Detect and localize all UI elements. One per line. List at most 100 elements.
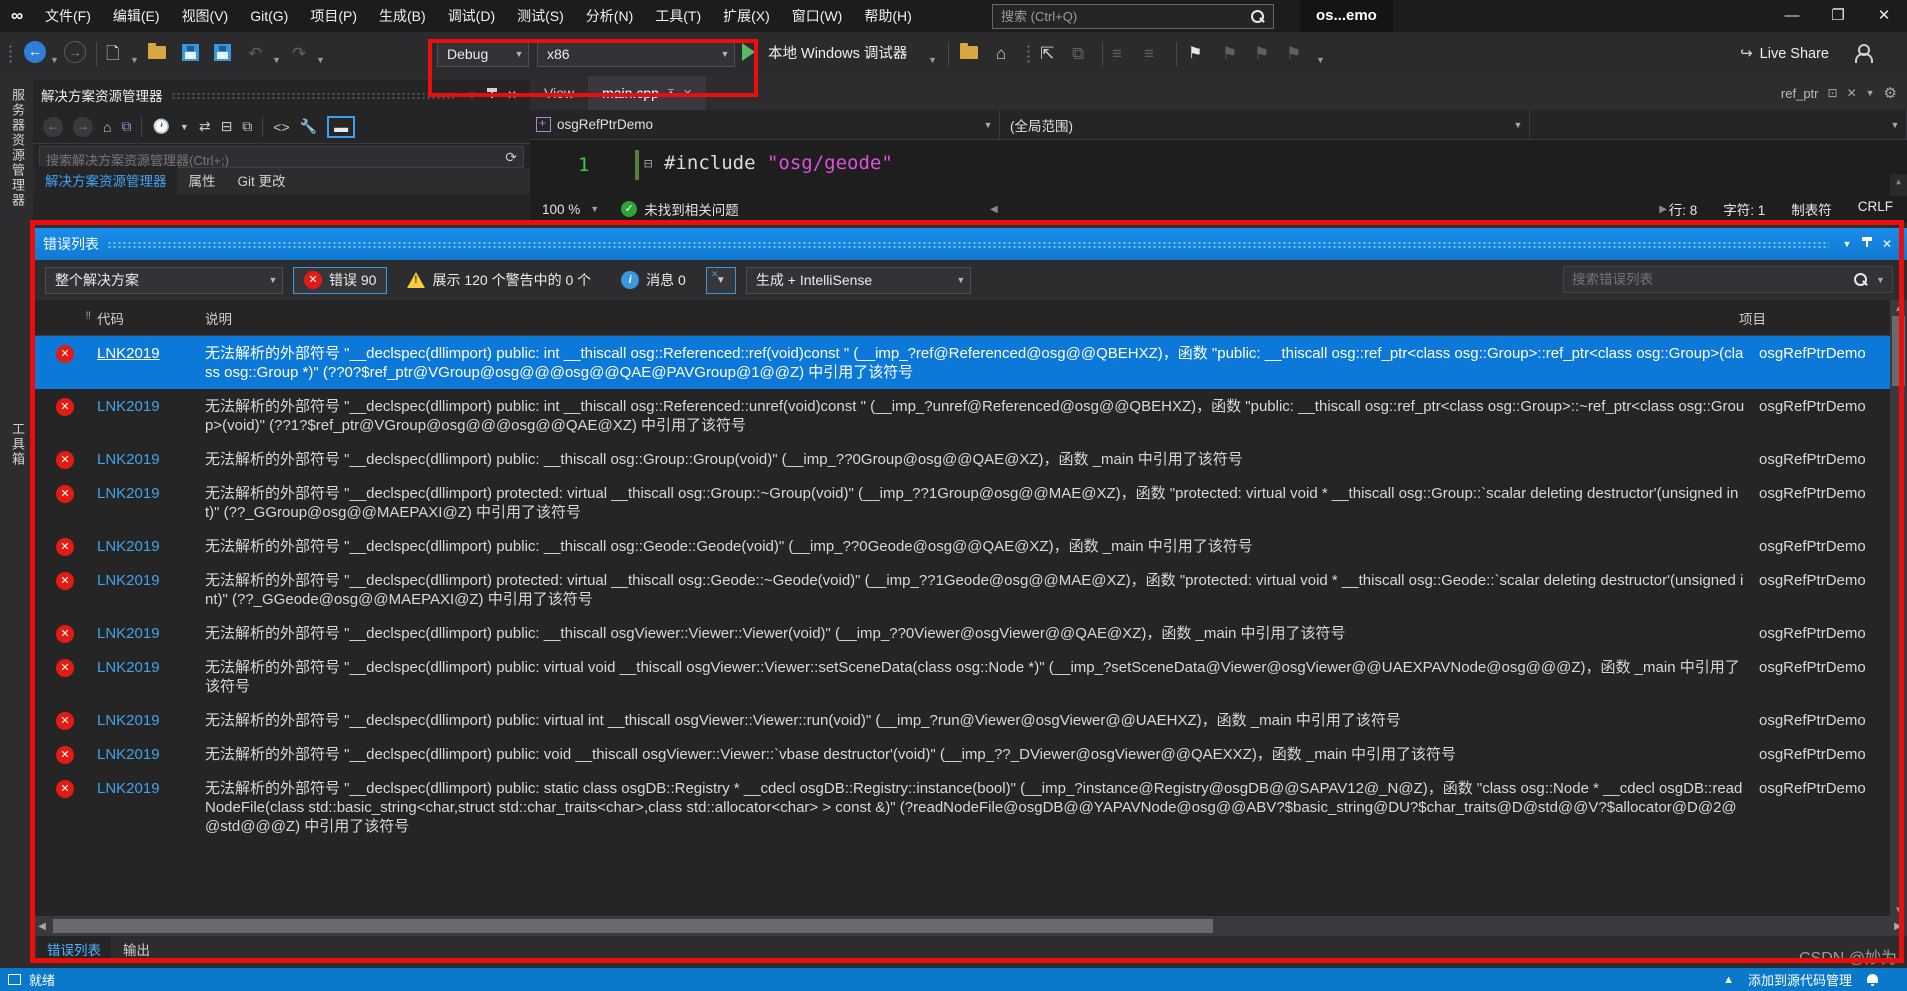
menu-item[interactable]: 窗口(W) [781, 0, 854, 32]
menu-item[interactable]: 视图(V) [171, 0, 240, 32]
menu-item[interactable]: 编辑(E) [102, 0, 171, 32]
find-text[interactable]: ref_ptr [1781, 86, 1819, 101]
tab-error-list[interactable]: 错误列表 [37, 936, 111, 962]
error-row[interactable]: ✕ LNK2019 无法解析的外部符号 "__declspec(dllimport)… [33, 563, 1907, 616]
select-element-icon[interactable]: ⇱ [1040, 42, 1054, 66]
background-tasks-icon[interactable] [8, 974, 21, 985]
filter-icon[interactable] [705, 266, 736, 294]
error-list-search-box[interactable]: ▼ [1563, 266, 1893, 293]
live-share-button[interactable]: ↪ Live Share [1740, 42, 1829, 66]
clear-bookmarks-icon[interactable]: ⚑ [1286, 42, 1301, 66]
error-row[interactable]: ✕ LNK2019 无法解析的外部符号 "__declspec(dllimport)… [33, 771, 1907, 843]
next-bookmark-icon[interactable]: ⚑ [1254, 42, 1269, 66]
find-options-icon[interactable]: ⊡ [1828, 86, 1838, 100]
member-dropdown[interactable]: ▼ [1530, 110, 1907, 139]
menu-item[interactable]: 项目(P) [299, 0, 368, 32]
start-debugging-icon[interactable] [742, 43, 755, 61]
error-code-link[interactable]: LNK2019 [97, 624, 205, 643]
previous-bookmark-icon[interactable]: ⚑ [1222, 42, 1237, 66]
tab-properties[interactable]: 属性 [179, 166, 226, 194]
error-code-link[interactable]: LNK2019 [97, 745, 205, 764]
error-code-link[interactable]: LNK2019 [97, 571, 205, 590]
tab-solution-explorer[interactable]: 解决方案资源管理器 [35, 166, 177, 194]
bookmark-dropdown-icon[interactable]: ▼ [1316, 48, 1325, 72]
scroll-up-icon[interactable]: ▲ [1890, 174, 1907, 186]
configuration-dropdown[interactable]: Debug ▼ [437, 40, 529, 67]
error-row[interactable]: ✕ LNK2019 无法解析的外部符号 "__declspec(dllimport)… [33, 529, 1907, 563]
error-code-link[interactable]: LNK2019 [97, 537, 205, 556]
solution-explorer-search-box[interactable]: ⟳ [39, 146, 524, 168]
code-editor[interactable]: 1 ⊟ #include "osg/geode" ▲ [530, 140, 1907, 286]
solution-home-icon[interactable]: ⌂ [996, 42, 1006, 66]
find-in-files-icon[interactable] [960, 43, 978, 59]
tab-output[interactable]: 输出 [113, 936, 160, 962]
error-list-search-input[interactable] [1564, 272, 1852, 287]
error-list-title-bar[interactable]: 错误列表 ▼ ✕ [33, 228, 1907, 260]
undo-dropdown-icon[interactable]: ▼ [272, 48, 281, 72]
errors-filter-button[interactable]: ✕ 错误 90 [293, 266, 388, 294]
close-icon[interactable]: ✕ [1877, 237, 1897, 251]
zoom-dropdown[interactable]: 100 % ▼ [530, 202, 605, 217]
error-row[interactable]: ✕ LNK2019 无法解析的外部符号 "__declspec(dllimport)… [33, 442, 1907, 476]
scope-filter-dropdown[interactable]: 整个解决方案 ▼ [45, 266, 283, 294]
forward-icon[interactable]: → [73, 116, 93, 137]
toolbar-grip[interactable] [8, 44, 13, 64]
menu-item[interactable]: 生成(B) [368, 0, 437, 32]
quick-search-input[interactable] [993, 9, 1249, 24]
collapse-all-icon[interactable]: ⊟ [221, 118, 233, 135]
close-icon[interactable]: ✕ [1847, 86, 1857, 100]
window-position-chevron-icon[interactable]: ▼ [462, 90, 482, 100]
project-dropdown[interactable]: osgRefPtrDemo ▼ [530, 110, 1000, 139]
error-row[interactable]: ✕ LNK2019 无法解析的外部符号 "__declspec(dllimport)… [33, 616, 1907, 650]
server-explorer-vertical-tab[interactable]: 服务器资源管理器 [8, 88, 27, 208]
scroll-right-icon[interactable]: ▶ [1889, 921, 1907, 932]
redo-icon[interactable]: ↷ [292, 42, 306, 66]
scrollbar-thumb[interactable] [1892, 316, 1905, 386]
minimize-button[interactable]: — [1769, 0, 1815, 32]
pin-icon[interactable] [482, 87, 502, 103]
gear-icon[interactable]: ⚙ [1884, 84, 1897, 102]
line-ending-indicator[interactable]: CRLF [1858, 199, 1893, 219]
new-project-icon[interactable]: 🗋 [106, 42, 120, 66]
copy-structure-icon[interactable]: ⧉ [1072, 42, 1084, 66]
restore-button[interactable]: ❐ [1815, 0, 1861, 32]
new-project-dropdown-icon[interactable]: ▼ [130, 48, 139, 72]
preview-selected-items-icon[interactable]: ▬ [327, 115, 356, 138]
description-column-header[interactable]: 说明 [205, 308, 1739, 328]
switch-views-icon[interactable]: ⇄ [199, 118, 211, 135]
caret-line[interactable]: 行: 8 [1669, 199, 1698, 219]
menu-item[interactable]: 文件(F) [34, 0, 102, 32]
wrench-properties-icon[interactable]: 🔧 [300, 118, 317, 135]
window-position-chevron-icon[interactable]: ▼ [1837, 239, 1857, 249]
navigate-back-icon[interactable]: ← [24, 41, 46, 63]
editor-horizontal-scrollbar[interactable]: ◀ ▶ [990, 196, 1667, 222]
messages-filter-button[interactable]: i 消息 0 [611, 267, 696, 294]
filter-dropdown-icon[interactable]: ▼ [180, 122, 189, 132]
undo-icon[interactable]: ↶ [248, 42, 262, 66]
scope-dropdown[interactable]: (全局范围) ▼ [1000, 110, 1530, 139]
toolbar-grip[interactable] [1026, 44, 1031, 64]
menu-item[interactable]: 帮助(H) [853, 0, 922, 32]
platform-dropdown[interactable]: x86 ▼ [537, 40, 735, 67]
warnings-filter-button[interactable]: 展示 120 个警告中的 0 个 [397, 267, 601, 294]
error-row[interactable]: ✕ LNK2019 无法解析的外部符号 "__declspec(dllimport)… [33, 389, 1907, 442]
feedback-person-icon[interactable] [1853, 44, 1873, 63]
properties-pages-icon[interactable]: ⧉ [242, 118, 252, 135]
debugger-label[interactable]: 本地 Windows 调试器 [768, 42, 907, 66]
close-icon[interactable]: ✕ [502, 88, 522, 102]
project-column-header[interactable]: 项目 [1739, 308, 1907, 328]
toggle-bookmark-icon[interactable]: ⚑ [1188, 42, 1202, 66]
save-all-icon[interactable] [214, 44, 231, 61]
scrollbar-thumb[interactable] [53, 919, 1213, 933]
menu-item[interactable]: 扩展(X) [712, 0, 781, 32]
unindent-icon[interactable]: ≡ [1144, 42, 1154, 66]
save-icon[interactable] [182, 44, 199, 61]
menu-item[interactable]: 分析(N) [575, 0, 644, 32]
error-code-link[interactable]: LNK2019 [97, 779, 205, 798]
pending-changes-filter-icon[interactable]: 🕐 [152, 118, 169, 135]
quick-search-box[interactable] [992, 4, 1274, 29]
error-row[interactable]: ✕ LNK2019 无法解析的外部符号 "__declspec(dllimport)… [33, 650, 1907, 703]
tab-view[interactable]: View [530, 76, 588, 110]
collapse-region-icon[interactable]: ⊟ [644, 156, 652, 172]
error-row[interactable]: ✕ LNK2019 无法解析的外部符号 "__declspec(dllimport)… [33, 476, 1907, 529]
